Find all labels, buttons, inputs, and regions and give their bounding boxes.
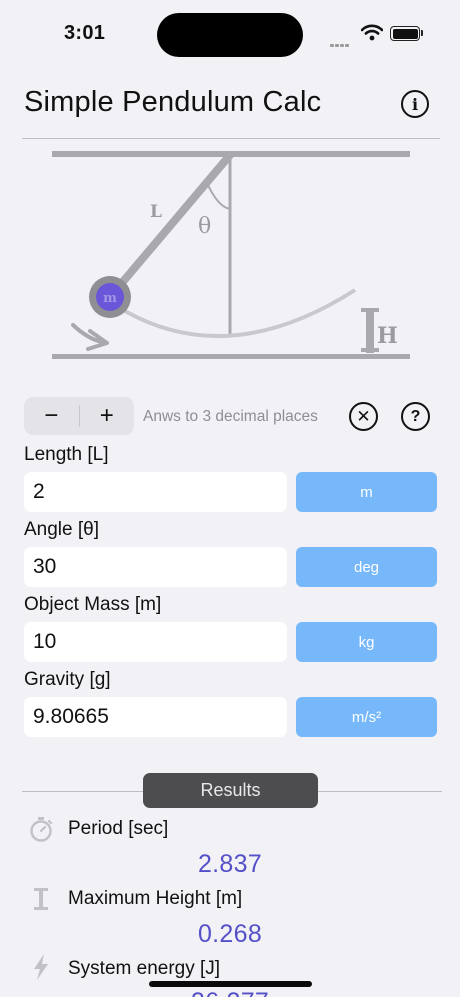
height-marker <box>366 309 374 353</box>
status-time: 3:01 <box>64 22 106 44</box>
increment-button[interactable]: + <box>80 397 135 435</box>
cellular-signal-icon <box>330 34 350 52</box>
pendulum-string <box>106 151 234 301</box>
info-icon[interactable]: i <box>401 90 429 118</box>
angle-arc <box>206 182 231 210</box>
bolt-icon <box>34 954 48 980</box>
home-indicator[interactable] <box>149 981 312 987</box>
wifi-icon <box>361 24 383 41</box>
angle-label: θ <box>198 214 211 239</box>
battery-icon <box>390 26 420 41</box>
mass-unit-button[interactable]: kg <box>296 622 437 662</box>
question-circle-icon[interactable]: ? <box>401 402 430 431</box>
angle-label-text: Angle [θ] <box>24 519 99 540</box>
results-header: Results <box>143 773 318 808</box>
length-unit-button[interactable]: m <box>296 472 437 512</box>
floor-bar <box>52 354 410 359</box>
decrement-button[interactable]: − <box>24 397 79 435</box>
length-label: L <box>150 202 162 222</box>
max-height-label: Maximum Height [m] <box>68 888 243 909</box>
period-value: 2.837 <box>197 850 263 878</box>
gravity-label-text: Gravity [g] <box>24 669 111 690</box>
status-bar: 3:01 <box>0 0 460 70</box>
mass-label: m <box>103 291 117 306</box>
length-label-text: Length [L] <box>24 444 109 465</box>
energy-label: System energy [J] <box>68 958 221 979</box>
height-icon <box>34 888 48 910</box>
mass-label-text: Object Mass [m] <box>24 594 162 615</box>
clear-circle-icon[interactable]: ✕ <box>349 402 378 431</box>
battery-cap <box>421 30 423 36</box>
height-label: H <box>377 323 398 349</box>
period-label: Period [sec] <box>68 818 169 839</box>
stopwatch-icon <box>30 817 53 842</box>
pendulum-diagram: L θ m H <box>52 151 410 359</box>
max-height-value: 0.268 <box>197 920 263 948</box>
mass-input[interactable] <box>24 622 287 662</box>
swing-arc <box>124 288 357 339</box>
angle-input[interactable] <box>24 547 287 587</box>
gravity-input[interactable] <box>24 697 287 737</box>
dynamic-island <box>157 13 303 57</box>
decimal-places-label: Anws to 3 decimal places <box>143 408 318 425</box>
app-title: Simple Pendulum Calc <box>24 86 322 118</box>
gravity-unit-button[interactable]: m/s² <box>296 697 437 737</box>
swing-direction-arrow <box>71 323 104 344</box>
decimal-stepper[interactable]: − + <box>24 397 134 435</box>
length-input[interactable] <box>24 472 287 512</box>
energy-value: 26.277 <box>150 988 310 997</box>
title-divider <box>22 138 440 139</box>
angle-unit-button[interactable]: deg <box>296 547 437 587</box>
